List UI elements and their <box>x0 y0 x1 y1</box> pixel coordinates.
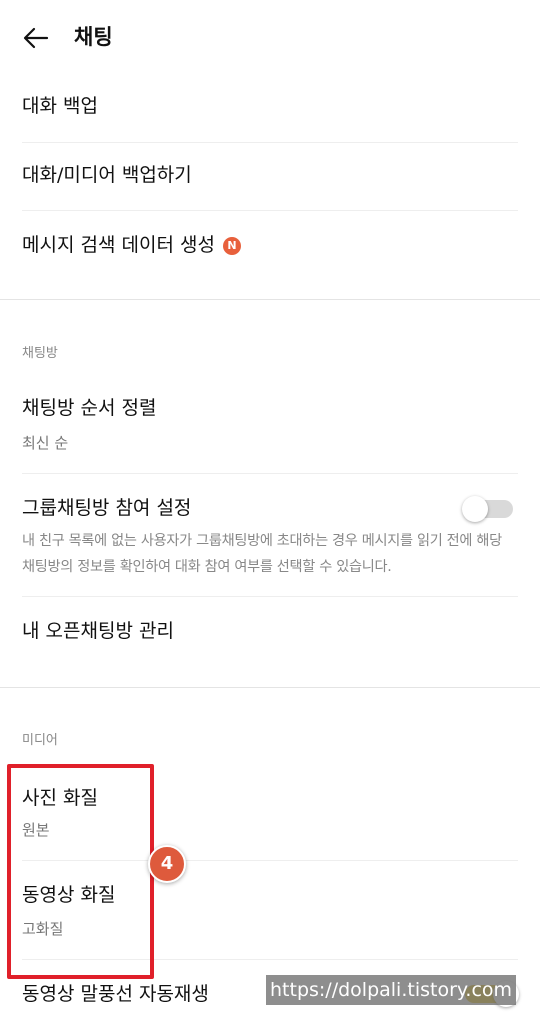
chat-backup-label: 대화 백업 <box>22 95 98 117</box>
group-chat-join-setting-item[interactable]: 그룹채팅방 참여 설정 내 친구 목록에 없는 사용자가 그룹채팅방에 초대하는… <box>22 474 518 596</box>
page-title: 채팅 <box>74 25 113 49</box>
video-bubble-autoplay-label: 동영상 말풍선 자동재생 <box>22 983 209 1005</box>
my-open-chat-manage-item[interactable]: 내 오픈채팅방 관리 <box>22 597 518 667</box>
section-divider <box>0 687 540 688</box>
group-chat-join-setting-description: 내 친구 목록에 없는 사용자가 그룹채팅방에 초대하는 경우 메시지를 읽기 … <box>22 533 502 575</box>
section-label-chatroom: 채팅방 <box>22 346 58 361</box>
watermark-url: https://dolpali.tistory.com <box>266 975 517 1005</box>
step-number-marker: 4 <box>148 845 186 883</box>
chatroom-sort-value: 최신 순 <box>22 434 69 452</box>
toggle-knob <box>462 496 488 522</box>
section-label-media: 미디어 <box>22 733 58 748</box>
message-search-data-text: 메시지 검색 데이터 생성 <box>22 234 215 256</box>
app-header: 채팅 <box>0 0 540 74</box>
message-search-data-item[interactable]: 메시지 검색 데이터 생성 N <box>22 211 518 279</box>
chatroom-sort-item[interactable]: 채팅방 순서 정렬 최신 순 <box>22 380 518 473</box>
arrow-left-icon <box>23 27 49 49</box>
chatroom-sort-label: 채팅방 순서 정렬 <box>22 397 157 419</box>
group-chat-join-toggle[interactable] <box>462 496 513 522</box>
chat-backup-item[interactable]: 대화 백업 <box>22 74 518 142</box>
message-search-data-label: 메시지 검색 데이터 생성 N <box>22 231 241 259</box>
group-chat-join-setting-label: 그룹채팅방 참여 설정 <box>22 497 192 519</box>
chat-media-backup-label: 대화/미디어 백업하기 <box>22 164 192 186</box>
chat-media-backup-item[interactable]: 대화/미디어 백업하기 <box>22 143 518 210</box>
my-open-chat-manage-label: 내 오픈채팅방 관리 <box>22 620 174 642</box>
annotation-highlight-box <box>7 764 154 979</box>
new-badge: N <box>222 237 241 255</box>
section-divider <box>0 299 540 300</box>
back-button[interactable] <box>14 18 58 58</box>
